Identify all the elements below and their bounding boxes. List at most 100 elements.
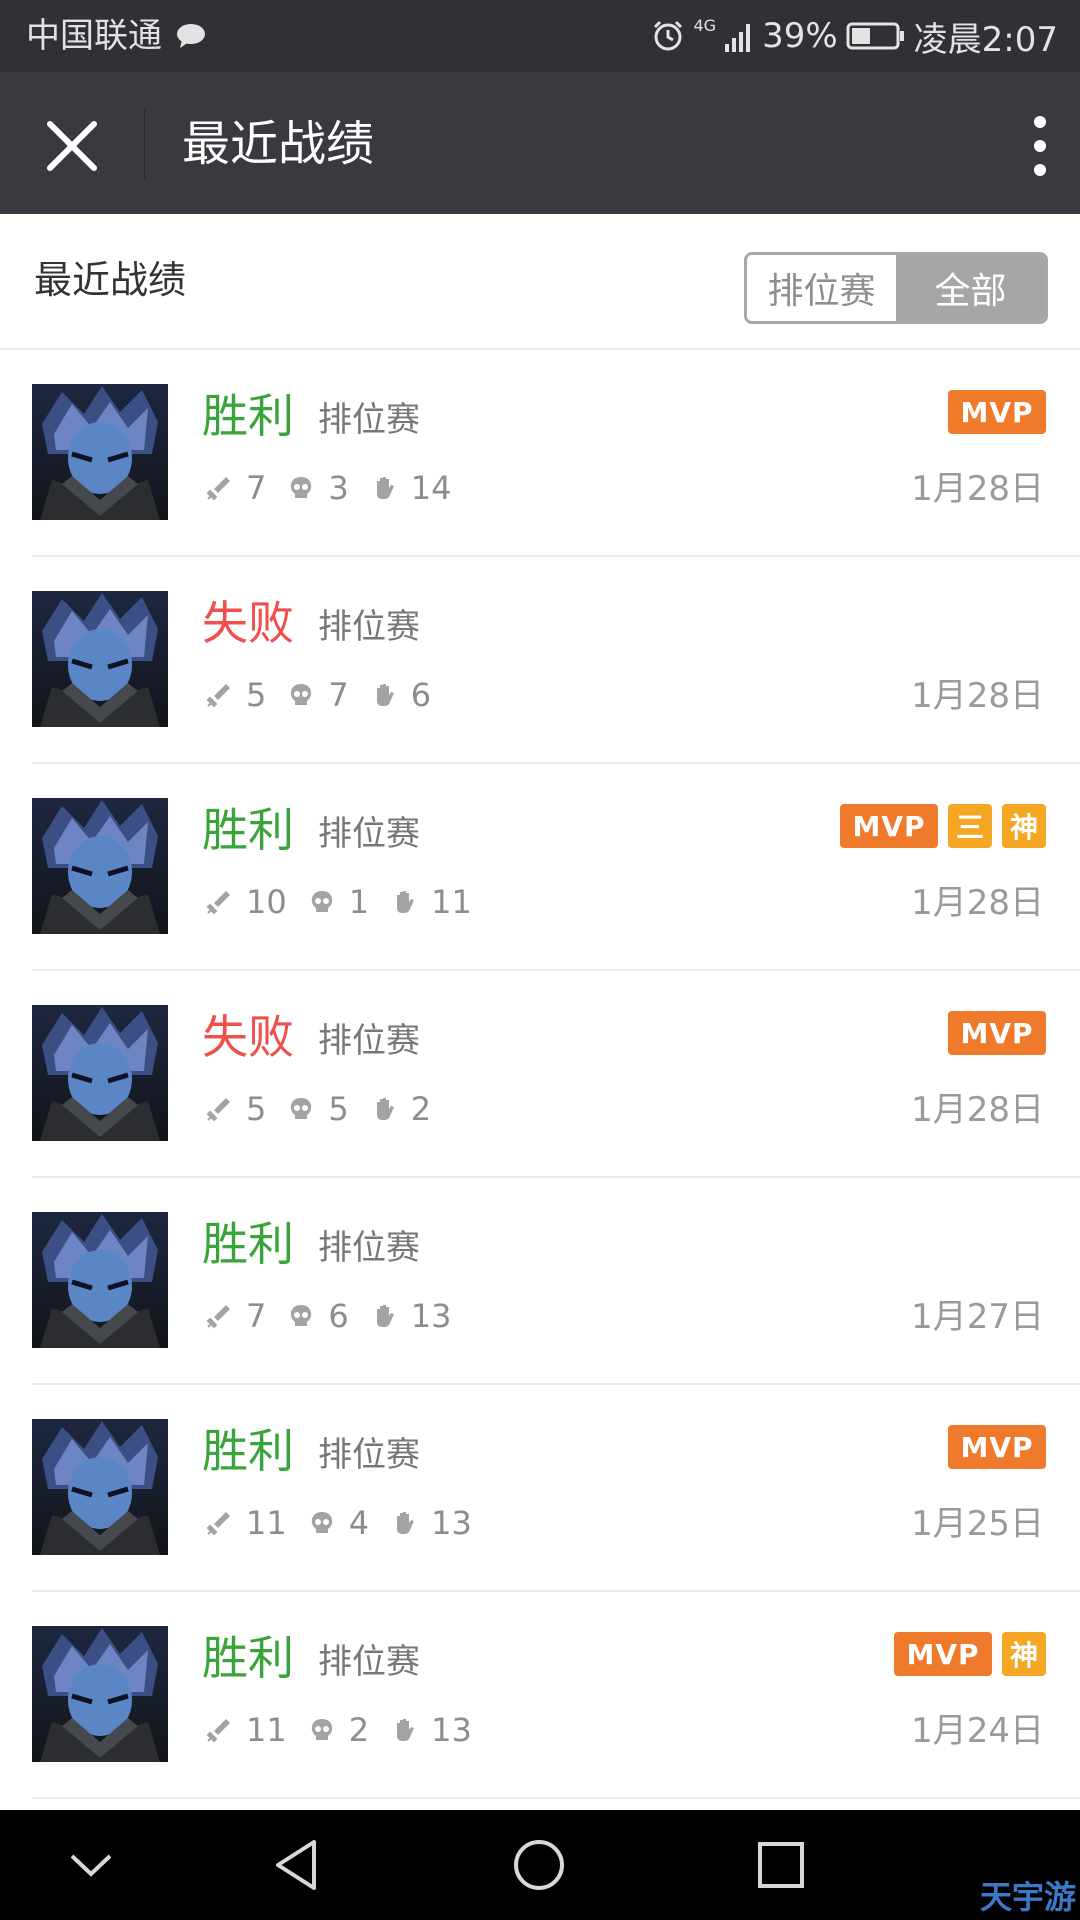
achievement-badges: MVP 神 <box>894 1632 1046 1678</box>
home-circle-icon[interactable] <box>504 1830 574 1900</box>
back-triangle-icon[interactable] <box>264 1830 334 1900</box>
triple-kill-badge: 三 <box>948 804 992 848</box>
mvp-badge: MVP <box>948 390 1046 434</box>
network-type: 4G <box>693 16 717 35</box>
section-header: 最近战绩 排位赛 全部 <box>0 214 1080 348</box>
hero-avatar <box>32 1419 168 1555</box>
page-title: 最近战绩 <box>182 116 375 172</box>
status-indicators: 4G 39% 凌晨2:07 <box>651 14 1058 60</box>
alarm-icon <box>654 20 683 51</box>
match-mode: 排位赛 <box>318 1435 420 1475</box>
kills-value: 7 <box>246 1297 267 1335</box>
hero-avatar <box>32 384 168 520</box>
achievement-badges: MVP <box>948 390 1046 436</box>
match-result: 胜利 <box>202 1631 294 1685</box>
hand-icon <box>376 684 394 706</box>
deaths-value: 5 <box>328 1090 349 1128</box>
carrier-name: 中国联通 <box>26 16 162 56</box>
section-title: 最近战绩 <box>34 258 187 302</box>
match-result: 胜利 <box>202 389 294 443</box>
deaths-value: 7 <box>328 676 349 714</box>
assists-value: 13 <box>410 1297 452 1335</box>
match-date: 1月24日 <box>911 1711 1044 1751</box>
skull-icon <box>291 1098 312 1119</box>
top-bar: 最近战绩 <box>0 72 1080 214</box>
deaths-value: 1 <box>348 883 370 921</box>
hero-portrait-image <box>32 591 168 727</box>
filter-segmented-control: 排位赛 全部 <box>744 252 1048 324</box>
match-date: 1月28日 <box>911 676 1044 716</box>
match-record-row[interactable]: 胜利 排位赛 11 4 13 MVP 1月25日 <box>0 1385 1080 1592</box>
sword-icon <box>206 1512 230 1536</box>
match-record-row[interactable]: 胜利 排位赛 11 2 13 MVP 神 1月24日 <box>0 1592 1080 1799</box>
match-record-row[interactable]: 失败 排位赛 5 5 2 MVP 1月28日 <box>0 971 1080 1178</box>
hero-portrait-image <box>32 1212 168 1348</box>
kda-stats: 7 6 13 <box>206 1294 473 1338</box>
match-result: 胜利 <box>202 1217 294 1271</box>
sword-icon <box>206 477 230 501</box>
achievement-badges: MVP 三神 <box>840 804 1046 850</box>
match-date: 1月28日 <box>911 883 1044 923</box>
assists-value: 13 <box>431 1711 472 1749</box>
sword-icon <box>206 1098 230 1122</box>
match-date: 1月25日 <box>911 1504 1044 1544</box>
match-record-row[interactable]: 胜利 排位赛 7 6 13 1月27日 <box>0 1178 1080 1385</box>
godlike-badge: 神 <box>1002 1632 1046 1676</box>
hand-icon <box>397 1719 415 1741</box>
kda-stats: 5 5 2 <box>206 1087 453 1131</box>
kills-value: 7 <box>246 469 267 507</box>
skull-icon <box>311 1512 332 1533</box>
match-record-row[interactable]: 失败 排位赛 5 7 6 1月28日 <box>0 557 1080 764</box>
match-mode: 排位赛 <box>318 1228 420 1268</box>
skull-icon <box>291 684 312 705</box>
recents-square-icon[interactable] <box>746 1830 816 1900</box>
kills-value: 10 <box>246 883 287 921</box>
hand-icon <box>397 1512 415 1534</box>
battery-percent: 39% <box>762 16 838 56</box>
match-result: 胜利 <box>202 1424 294 1478</box>
kda-stats: 11 2 13 <box>206 1708 494 1752</box>
kills-value: 11 <box>246 1504 287 1542</box>
mvp-badge: MVP <box>894 1632 992 1676</box>
filter-ranked-tab[interactable]: 排位赛 <box>747 255 896 321</box>
chat-bubble-icon <box>177 24 205 48</box>
hand-icon <box>376 1098 394 1120</box>
hero-avatar <box>32 591 168 727</box>
hero-portrait-image <box>32 1626 168 1762</box>
status-bar: 中国联通 4G 39% 凌晨2:07 <box>0 0 1080 72</box>
mvp-badge: MVP <box>948 1011 1046 1055</box>
match-record-row[interactable]: 胜利 排位赛 7 3 14 MVP 1月28日 <box>0 350 1080 557</box>
skull-icon <box>311 1719 332 1740</box>
match-result: 失败 <box>202 596 294 650</box>
godlike-badge: 神 <box>1002 804 1046 848</box>
signal-icon <box>725 24 751 52</box>
top-bar-divider <box>144 108 145 180</box>
chevron-down-icon[interactable] <box>56 1830 126 1900</box>
close-icon[interactable] <box>38 112 106 180</box>
hand-icon <box>397 891 415 913</box>
hero-avatar <box>32 1005 168 1141</box>
kills-value: 5 <box>246 676 267 714</box>
match-date: 1月28日 <box>911 1090 1044 1130</box>
deaths-value: 6 <box>328 1297 349 1335</box>
skull-icon <box>311 891 332 912</box>
hero-portrait-image <box>32 1419 168 1555</box>
row-divider <box>32 1797 1080 1799</box>
filter-all-tab[interactable]: 全部 <box>896 255 1045 321</box>
more-options-icon[interactable] <box>1000 106 1080 186</box>
match-mode: 排位赛 <box>318 814 420 854</box>
hand-icon <box>376 1305 394 1327</box>
kda-stats: 5 7 6 <box>206 673 453 717</box>
match-result: 失败 <box>202 1010 294 1064</box>
skull-icon <box>291 477 312 498</box>
deaths-value: 3 <box>328 469 349 507</box>
kills-value: 5 <box>246 1090 267 1128</box>
hero-portrait-image <box>32 798 168 934</box>
match-record-row[interactable]: 胜利 排位赛 10 1 11 MVP 三神 1月28日 <box>0 764 1080 971</box>
assists-value: 13 <box>431 1504 472 1542</box>
sword-icon <box>206 891 230 915</box>
match-date: 1月28日 <box>911 469 1044 509</box>
battery-icon <box>846 22 904 50</box>
deaths-value: 4 <box>348 1504 370 1542</box>
assists-value: 2 <box>410 1090 432 1128</box>
